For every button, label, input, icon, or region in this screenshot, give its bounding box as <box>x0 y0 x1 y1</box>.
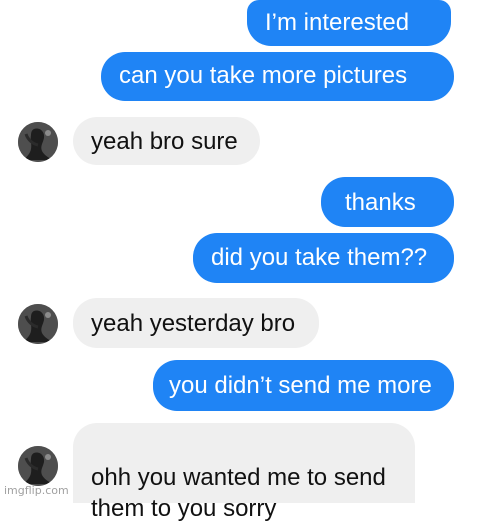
incoming-message[interactable]: ohh you wanted me to send them to you so… <box>73 423 415 522</box>
outgoing-message[interactable]: I’m interested <box>247 0 451 46</box>
contact-avatar[interactable] <box>18 446 58 486</box>
outgoing-message[interactable]: can you take more pictures <box>101 52 454 101</box>
message-text: can you take more pictures <box>119 62 408 89</box>
message-text: did you take them?? <box>211 244 428 271</box>
outgoing-message[interactable]: thanks <box>321 177 454 227</box>
avatar-image <box>18 122 58 162</box>
outgoing-message[interactable]: you didn’t send me more <box>153 360 454 411</box>
incoming-message[interactable]: yeah yesterday bro <box>73 298 319 348</box>
message-text: I’m interested <box>265 9 410 36</box>
avatar-image <box>18 304 58 344</box>
avatar-image <box>18 446 58 486</box>
message-text: you didn’t send me more <box>169 372 432 399</box>
contact-avatar[interactable] <box>18 304 58 344</box>
outgoing-message[interactable]: did you take them?? <box>193 233 454 283</box>
message-text: thanks <box>345 189 416 216</box>
message-text: yeah yesterday bro <box>91 310 296 337</box>
watermark: imgflip.com <box>4 484 69 497</box>
contact-avatar[interactable] <box>18 122 58 162</box>
message-text: ohh you wanted me to send them to you so… <box>91 464 386 522</box>
chat-thread: I’m interested can you take more picture… <box>0 0 501 522</box>
message-text: yeah bro sure <box>91 128 238 155</box>
incoming-message[interactable]: yeah bro sure <box>73 117 260 165</box>
